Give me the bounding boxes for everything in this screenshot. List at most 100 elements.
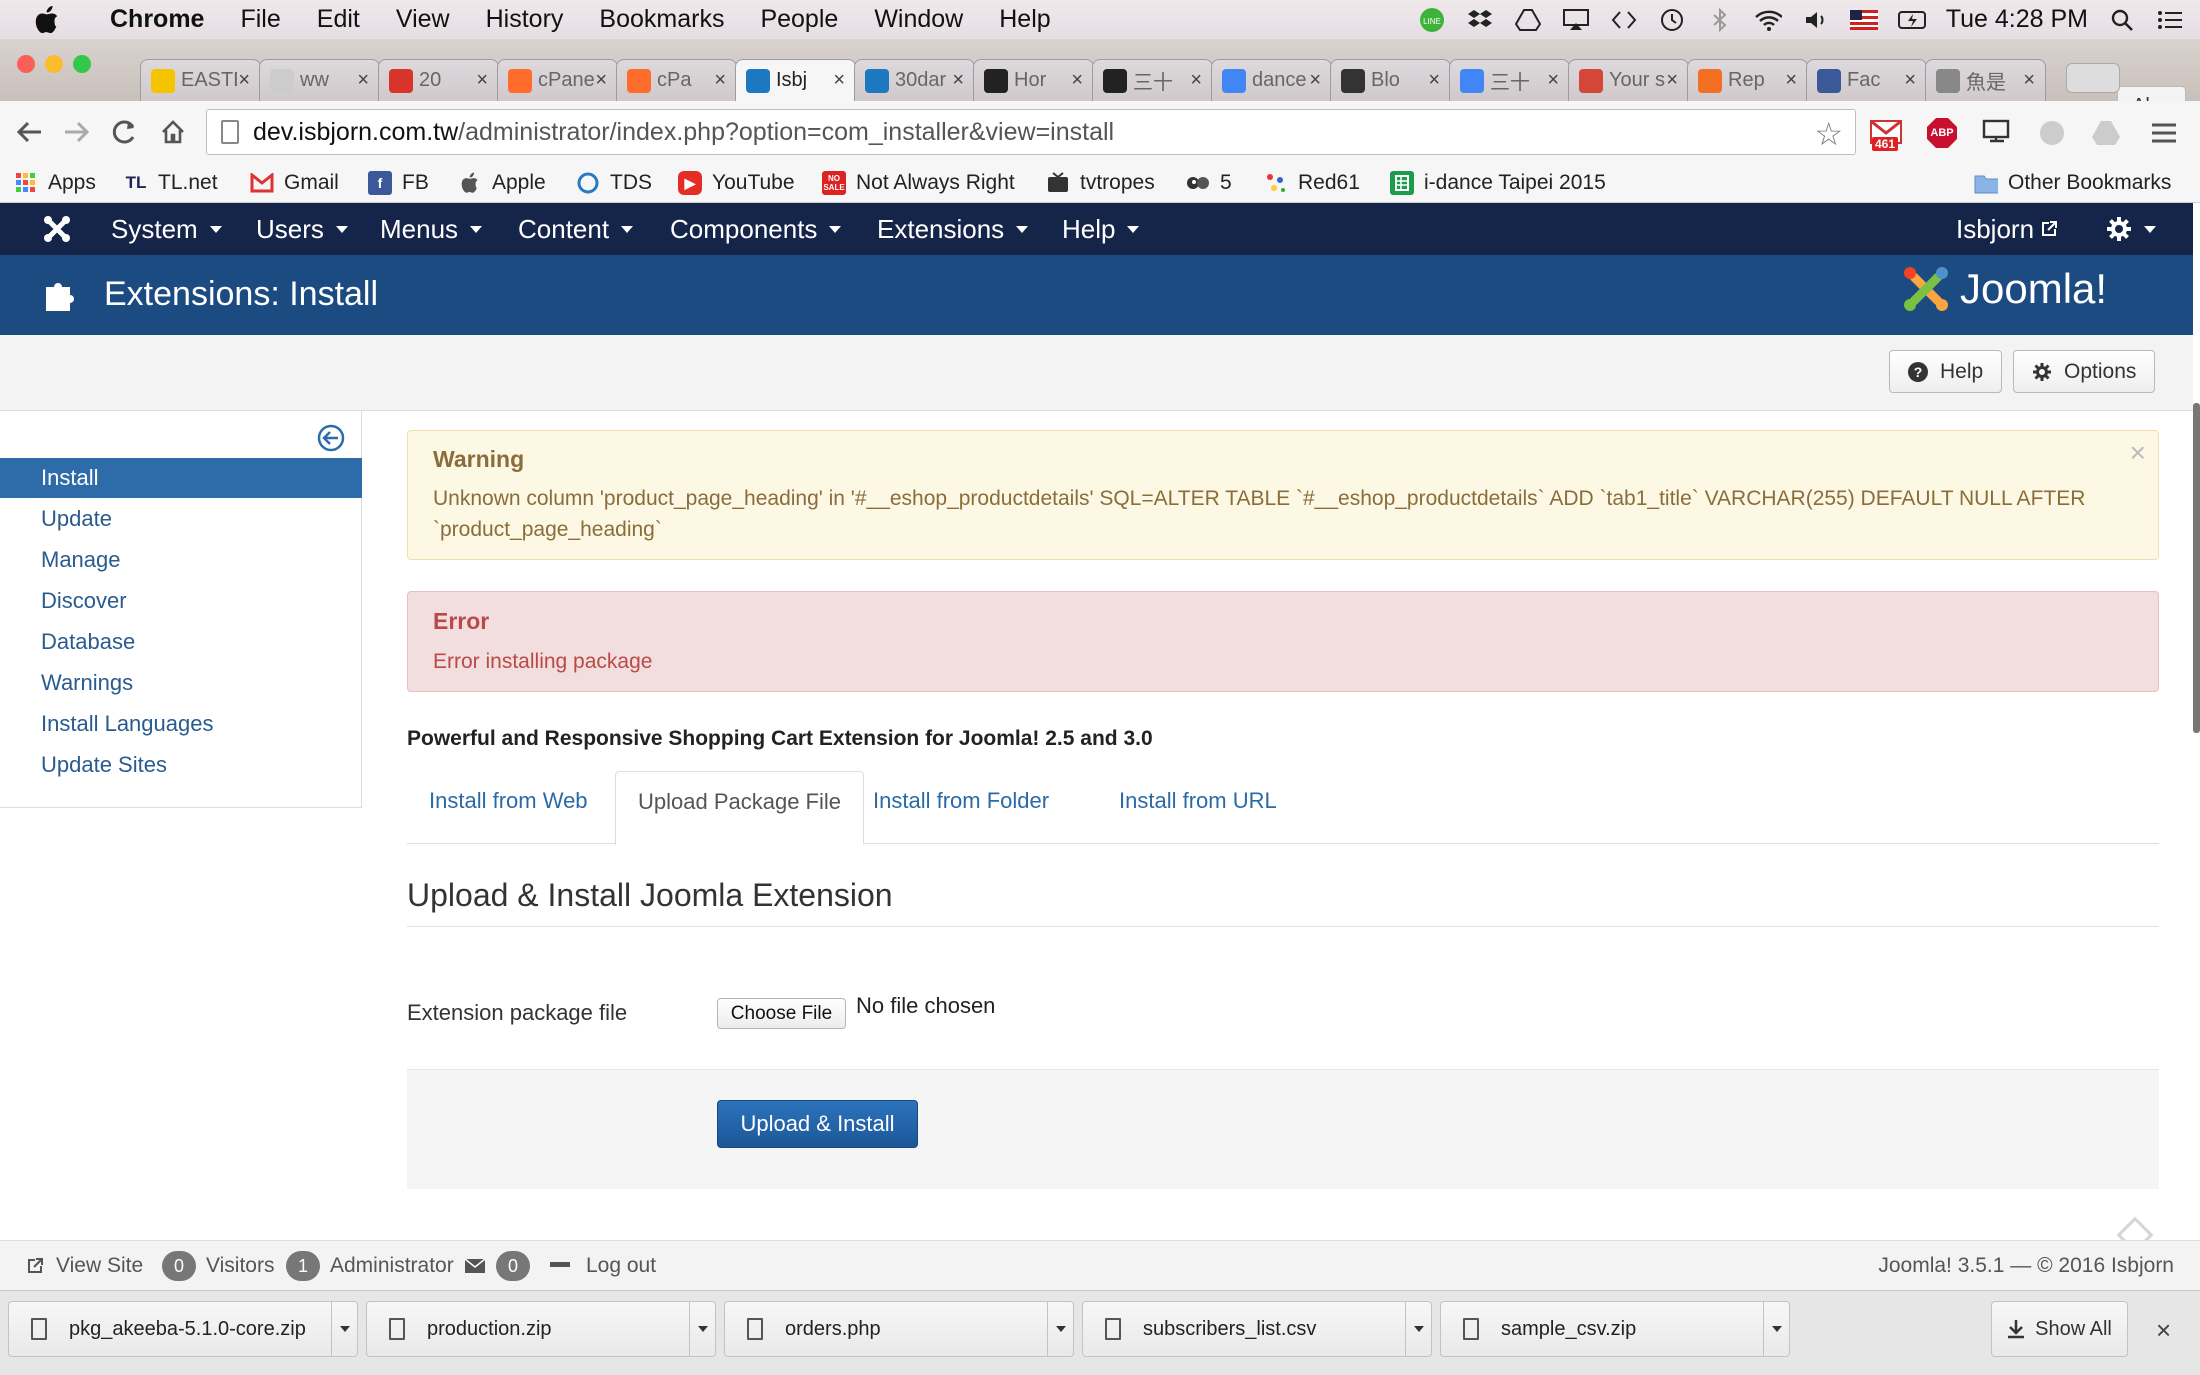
menu-clock[interactable]: Tue 4:28 PM [1946, 5, 2088, 34]
new-tab-button[interactable] [2066, 63, 2120, 93]
bookmark-tlnet[interactable]: TL TL.net [124, 169, 218, 197]
time-machine-icon[interactable] [1658, 8, 1686, 32]
bookmark-tvtropes[interactable]: tvtropes [1046, 169, 1155, 197]
close-tab-icon[interactable]: × [714, 69, 726, 92]
user-settings-menu[interactable] [2106, 203, 2156, 255]
us-flag-icon[interactable] [1849, 8, 1878, 32]
options-button[interactable]: Options [2013, 350, 2156, 393]
bookmark-5[interactable]: 5 [1186, 169, 1232, 197]
airplay-icon[interactable] [1562, 8, 1590, 32]
fullscreen-window-button[interactable] [73, 55, 91, 73]
apple-logo-icon[interactable] [34, 5, 60, 34]
close-window-button[interactable] [17, 55, 35, 73]
menu-help[interactable]: Help [981, 5, 1068, 34]
upload-install-button[interactable]: Upload & Install [717, 1100, 918, 1148]
bluetooth-icon[interactable] [1706, 7, 1734, 32]
browser-tab[interactable]: EASTE× [140, 59, 261, 101]
back-arrow-icon[interactable] [12, 115, 46, 149]
download-item[interactable]: orders.php [724, 1301, 1074, 1357]
close-tab-icon[interactable]: × [2023, 69, 2035, 92]
sidebar-item-database[interactable]: Database [0, 622, 362, 662]
battery-icon[interactable] [1897, 8, 1926, 32]
sidebar-item-warnings[interactable]: Warnings [0, 663, 362, 703]
bookmark-not-always-right[interactable]: NO SALE Not Always Right [822, 169, 1015, 197]
menu-bookmarks[interactable]: Bookmarks [581, 5, 742, 34]
menu-edit[interactable]: Edit [299, 5, 378, 34]
nav-users[interactable]: Users [256, 203, 348, 255]
browser-tab[interactable]: 三十 × [1449, 59, 1570, 101]
bookmark-apple[interactable]: Apple [458, 169, 546, 197]
tab-upload-package-file[interactable]: Upload Package File [615, 771, 865, 845]
cast-device-icon[interactable] [1982, 117, 2014, 149]
nav-site-user-link[interactable]: Isbjorn [1956, 203, 2058, 255]
visitors-indicator[interactable]: 0 Visitors [162, 1241, 274, 1291]
address-bar[interactable]: dev.isbjorn.com.tw/administrator/index.p… [206, 109, 1856, 155]
nav-menus[interactable]: Menus [380, 203, 483, 255]
close-tab-icon[interactable]: × [1428, 69, 1440, 92]
joomla-home-icon[interactable] [42, 203, 72, 255]
browser-tab[interactable]: Hor × [973, 59, 1094, 101]
menu-history[interactable]: History [468, 5, 582, 34]
sidebar-item-update-sites[interactable]: Update Sites [0, 745, 362, 785]
choose-file-button[interactable]: Choose File [717, 998, 846, 1029]
browser-tab[interactable]: 20 × [378, 59, 499, 101]
sidebar-item-update[interactable]: Update [0, 499, 362, 539]
close-tab-icon[interactable]: × [833, 69, 845, 92]
browser-tab[interactable]: 30dar × [854, 59, 975, 101]
view-site-link[interactable]: View Site [26, 1241, 143, 1291]
bookmark-fb[interactable]: f FB [368, 169, 429, 197]
close-tab-icon[interactable]: × [1904, 69, 1916, 92]
bookmark-red61[interactable]: Red61 [1264, 169, 1360, 197]
menu-people[interactable]: People [742, 5, 856, 34]
minimize-window-button[interactable] [45, 55, 63, 73]
drive-extension-icon[interactable] [2090, 117, 2122, 149]
tab-install-from-url[interactable]: Install from URL [1097, 771, 1299, 844]
browser-tab[interactable]: cPane × [497, 59, 618, 101]
nav-system[interactable]: System [111, 203, 222, 255]
browser-tab[interactable]: Blo × [1330, 59, 1451, 101]
chrome-menu-icon[interactable] [2148, 117, 2180, 149]
reload-icon[interactable] [108, 115, 142, 149]
sidebar-item-manage[interactable]: Manage [0, 540, 362, 580]
sidebar-item-install[interactable]: Install [0, 458, 362, 498]
browser-tab[interactable]: 三十 × [1092, 59, 1213, 101]
messages-indicator[interactable]: 0 [464, 1241, 540, 1291]
close-alert-button[interactable]: × [2130, 437, 2146, 469]
close-tab-icon[interactable]: × [1785, 69, 1797, 92]
sidebar-item-discover[interactable]: Discover [0, 581, 362, 621]
download-menu-arrow-icon[interactable] [331, 1302, 357, 1356]
bookmark-idance[interactable]: i-dance Taipei 2015 [1390, 169, 1606, 197]
close-tab-icon[interactable]: × [476, 69, 488, 92]
sidebar-item-install-languages[interactable]: Install Languages [0, 704, 362, 744]
close-tab-icon[interactable]: × [595, 69, 607, 92]
logout-link[interactable]: Log out [550, 1241, 656, 1291]
download-item[interactable]: production.zip [366, 1301, 716, 1357]
bookmark-other-bookmarks[interactable]: Other Bookmarks [1974, 169, 2171, 197]
spotlight-search-icon[interactable] [2108, 8, 2136, 32]
gmail-extension-icon[interactable]: 461 [1870, 117, 1902, 151]
browser-tab[interactable]: cPa × [616, 59, 737, 101]
notification-center-icon[interactable] [2156, 8, 2184, 32]
bookmark-apps[interactable]: Apps [14, 169, 96, 197]
forward-arrow-icon[interactable] [60, 115, 94, 149]
download-item[interactable]: pkg_akeeba-5.1.0-core.zip [8, 1301, 358, 1357]
download-item[interactable]: subscribers_list.csv [1082, 1301, 1432, 1357]
menu-app-name[interactable]: Chrome [92, 5, 222, 34]
download-menu-arrow-icon[interactable] [1405, 1302, 1431, 1356]
download-menu-arrow-icon[interactable] [1047, 1302, 1073, 1356]
extension-gray-icon[interactable] [2036, 117, 2068, 149]
menu-view[interactable]: View [378, 5, 468, 34]
wifi-icon[interactable] [1754, 8, 1782, 32]
menu-window[interactable]: Window [856, 5, 981, 34]
bookmark-star-icon[interactable]: ☆ [1814, 112, 1843, 156]
browser-tab[interactable]: Fac × [1806, 59, 1927, 101]
page-scrollbar[interactable] [2193, 203, 2200, 1240]
close-tab-icon[interactable]: × [238, 69, 250, 92]
bookmark-tds[interactable]: TDS [576, 169, 652, 197]
code-brackets-icon[interactable] [1610, 8, 1638, 32]
close-tab-icon[interactable]: × [1547, 69, 1559, 92]
scrollbar-thumb[interactable] [2193, 403, 2200, 733]
nav-help[interactable]: Help [1062, 203, 1140, 255]
volume-icon[interactable] [1802, 8, 1830, 32]
line-app-icon[interactable]: LINE [1418, 7, 1446, 32]
